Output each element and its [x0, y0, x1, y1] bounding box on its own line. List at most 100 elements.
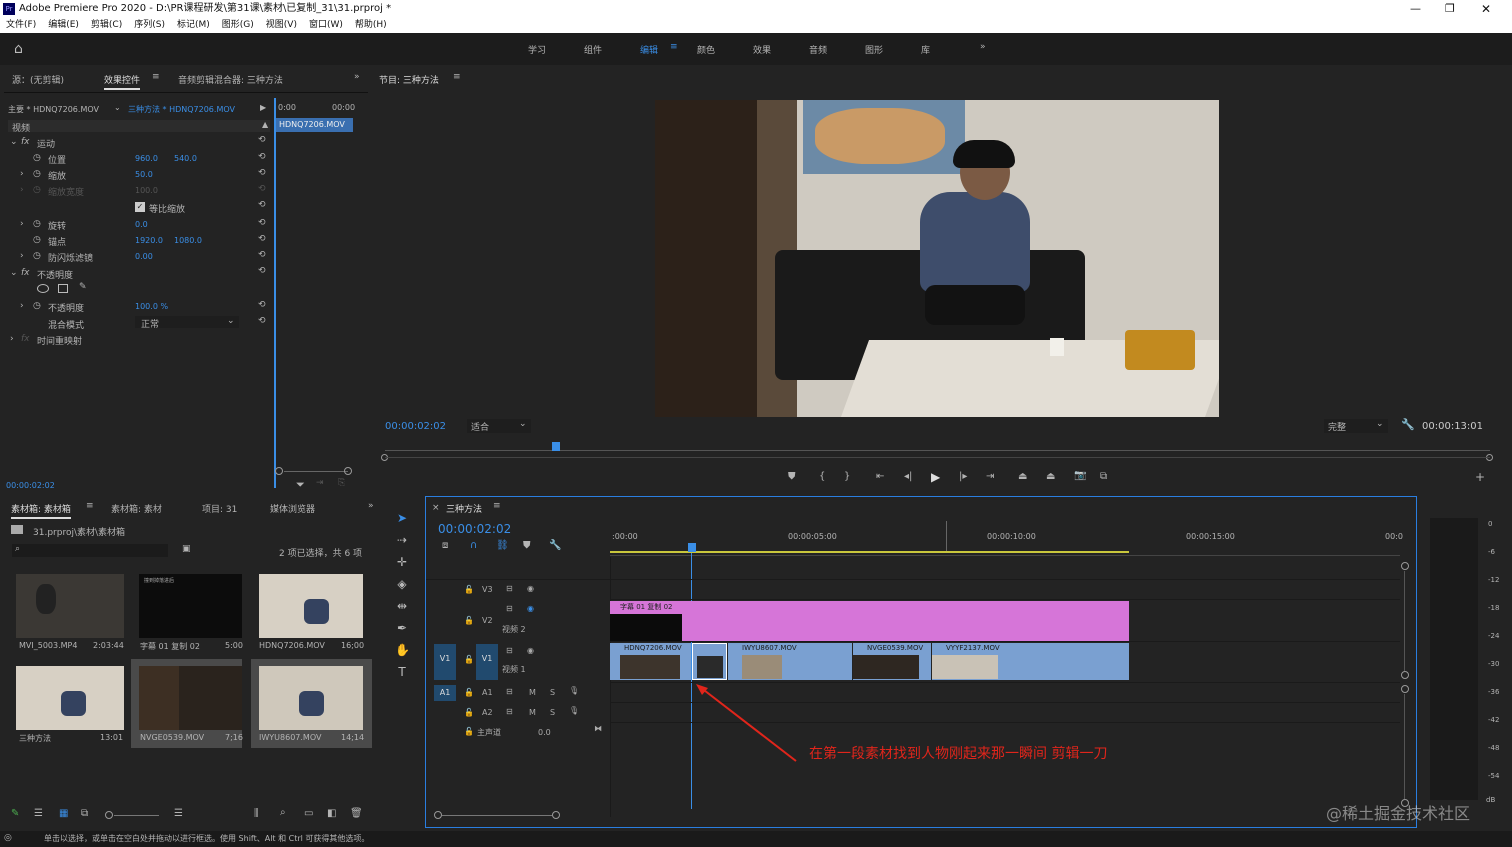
timeline-timecode[interactable]: 00:00:02:02 [438, 522, 511, 536]
video-clip-hdnq7206[interactable]: HDNQ7206.MOV [610, 643, 691, 680]
add-marker-icon[interactable]: ⛊ [788, 471, 796, 482]
lock-icon[interactable]: 🔓 [464, 727, 474, 736]
lock-icon[interactable]: 🔓 [464, 708, 474, 717]
vscroll-handle[interactable] [1401, 685, 1409, 693]
microphone-icon[interactable]: 🎙 [569, 706, 579, 715]
reset-icon[interactable]: ⟲ [258, 300, 266, 310]
comparison-view-icon[interactable]: ⧉ [1100, 471, 1107, 482]
stopwatch-icon[interactable]: ◷ [33, 251, 41, 261]
workspace-menu-icon[interactable]: ≡ [670, 42, 678, 52]
program-scrubber[interactable] [385, 450, 1490, 451]
chevron-down-icon[interactable]: ⌄ [114, 103, 121, 112]
ripple-edit-tool-icon[interactable]: ✛ [395, 555, 409, 569]
track-select-tool-icon[interactable]: ⇢ [395, 533, 409, 547]
export-frame-icon[interactable]: 📷 [1074, 470, 1086, 481]
play-clip-icon[interactable]: ▶ [260, 103, 266, 112]
menu-clip[interactable]: 剪辑(C) [91, 20, 122, 30]
icon-view-icon[interactable]: ▦ [59, 808, 68, 819]
panel-menu-icon[interactable]: ≡ [86, 501, 94, 511]
filter-icon[interactable]: ⏷ [296, 478, 305, 492]
ec-clip-bar[interactable]: HDNQ7206.MOV [276, 118, 353, 132]
step-forward-icon[interactable]: |▸ [959, 471, 967, 482]
menu-window[interactable]: 窗口(W) [309, 20, 343, 30]
track-label-v3[interactable]: V3 [482, 585, 493, 594]
expand-motion-icon[interactable]: ⌄ [10, 137, 18, 147]
menu-graphics[interactable]: 图形(G) [222, 20, 254, 30]
antiflicker-value[interactable]: 0.00 [135, 252, 153, 261]
razor-tool-icon[interactable]: ◈ [395, 577, 409, 591]
reset-icon[interactable]: ⟲ [258, 218, 266, 228]
zoom-fit-select[interactable]: 适合 ⌄ [467, 419, 531, 433]
new-search-bin-icon[interactable]: ▣ [182, 544, 191, 554]
thumbnail-mvi5003[interactable] [16, 574, 124, 638]
video-clip-nvge0539[interactable]: NVGE0539.MOV [853, 643, 931, 680]
zoom-slider[interactable] [114, 815, 159, 816]
track-label-a2[interactable]: A2 [482, 708, 493, 717]
panel-menu-icon[interactable]: ≡ [453, 72, 461, 82]
anchor-y-value[interactable]: 1080.0 [174, 236, 202, 245]
timeline-playhead-line[interactable] [691, 553, 692, 809]
tab-bin-footage[interactable]: 素材箱: 素材 [111, 502, 162, 515]
reset-icon[interactable]: ⟲ [258, 250, 266, 260]
thumbnail-title[interactable]: 撞到掉落进后 [139, 574, 242, 638]
workspace-learning[interactable]: 学习 [528, 43, 546, 56]
workspace-editing[interactable]: 编辑 [640, 43, 658, 56]
snap-icon[interactable]: ∩ [470, 540, 477, 551]
panel-menu-icon[interactable]: ≡ [152, 72, 160, 82]
quality-select[interactable]: 完整 ⌄ [1324, 419, 1388, 433]
anchor-x-value[interactable]: 1920.0 [135, 236, 163, 245]
lift-icon[interactable]: ⏏ [1018, 471, 1027, 482]
automate-icon[interactable]: ⫼ [254, 808, 259, 819]
reset-icon[interactable]: ⟲ [258, 152, 266, 162]
video-clip-iwyu8607[interactable]: IWYU8607.MOV [728, 643, 852, 680]
thumbnail-hdnq7206[interactable] [259, 574, 363, 638]
master-volume-value[interactable]: 0.0 [538, 728, 551, 737]
reset-icon[interactable]: ⟲ [258, 135, 266, 145]
mute-button[interactable]: M [529, 708, 536, 717]
expand-icon[interactable]: › [20, 301, 24, 311]
blend-mode-select[interactable]: 正常 ⌄ [135, 316, 239, 330]
stopwatch-icon[interactable]: ◷ [33, 219, 41, 229]
expand-icon[interactable]: › [20, 251, 24, 261]
pen-mask-icon[interactable]: ✎ [79, 282, 87, 292]
video-frame[interactable] [655, 100, 1219, 417]
title-clip[interactable]: 字幕 01 复制 02 [610, 601, 1129, 641]
find-icon[interactable]: ⌕ [280, 807, 286, 818]
zoom-bar[interactable] [385, 457, 1490, 458]
program-timecode[interactable]: 00:00:02:02 [385, 421, 446, 432]
fx-icon[interactable]: fx [21, 137, 30, 147]
new-item-icon[interactable]: ◧ [327, 808, 336, 819]
tab-bin-main[interactable]: 素材箱: 素材箱 [11, 502, 71, 519]
tab-source[interactable]: 源：(无剪辑) [12, 73, 64, 86]
microphone-icon[interactable]: 🎙 [569, 686, 579, 695]
expand-icon[interactable]: › [10, 334, 14, 344]
linked-selection-icon[interactable]: ⛓ [496, 540, 509, 551]
step-back-icon[interactable]: ◂| [904, 471, 912, 482]
sync-lock-icon[interactable]: ⊟ [506, 687, 513, 696]
more-tabs-icon[interactable]: » [368, 501, 374, 511]
mark-in-icon[interactable]: { [819, 471, 825, 482]
master-clip-label[interactable]: 主要 * HDNQ7206.MOV [8, 104, 99, 115]
close-sequence-icon[interactable]: × [432, 503, 440, 513]
tab-effect-controls[interactable]: 效果控件 [104, 73, 141, 90]
workspace-graphics[interactable]: 图形 [865, 43, 883, 56]
menu-marker[interactable]: 标记(M) [177, 20, 210, 30]
track-label-v2[interactable]: V2 [482, 616, 493, 625]
maximize-icon[interactable]: ❐ [1445, 0, 1455, 18]
zoom-handle-right[interactable] [344, 467, 352, 475]
new-bin-icon[interactable]: ▭ [304, 808, 313, 819]
pen-tool-icon[interactable]: ✒ [395, 621, 409, 635]
source-patch-a1[interactable]: A1 [434, 685, 456, 701]
workspace-audio[interactable]: 音频 [809, 43, 827, 56]
track-label-a1[interactable]: A1 [482, 688, 493, 697]
hscroll-handle-left[interactable] [434, 811, 442, 819]
fx-icon[interactable]: fx [21, 268, 30, 278]
reset-icon[interactable]: ⟲ [258, 168, 266, 178]
solo-button[interactable]: S [550, 688, 555, 697]
menu-view[interactable]: 视图(V) [266, 20, 297, 30]
go-to-in-icon[interactable]: ⇤ [876, 471, 884, 482]
go-to-out-icon[interactable]: ⇥ [986, 471, 994, 482]
vertical-scrollbar[interactable] [1404, 571, 1405, 671]
stopwatch-icon[interactable]: ◷ [33, 153, 41, 163]
fx-icon[interactable]: fx [21, 334, 30, 344]
